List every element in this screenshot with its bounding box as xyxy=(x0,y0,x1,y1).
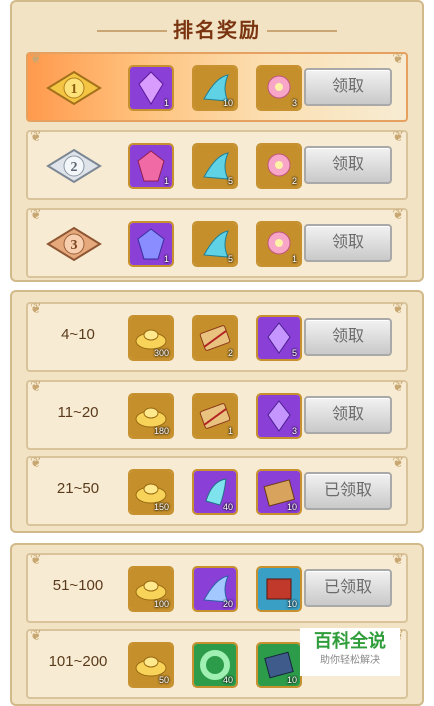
reward-item-tail-fin[interactable]: 10 xyxy=(192,65,238,111)
reward-item-fashion-book[interactable]: 10 xyxy=(256,469,302,515)
reward-item-red-book[interactable]: 10 xyxy=(256,566,302,612)
range-reward-panel-2: 51~100 100 20 10 已领取 101~200 50 40 10 xyxy=(10,543,424,706)
reward-item-gold-ingot[interactable]: 180 xyxy=(128,393,174,439)
rank-3-badge-icon: 3 xyxy=(46,226,102,262)
reward-item-purple-gem[interactable]: 1 xyxy=(128,65,174,111)
range-reward-panel: 4~10 300 2 5 领取 11~20 180 1 3 领取 21~50 1… xyxy=(10,290,424,533)
claimed-button[interactable]: 已领取 xyxy=(304,472,392,510)
watermark-subtitle: 助你轻松解决 xyxy=(320,655,380,666)
reward-item-fashion-scroll[interactable]: 1 xyxy=(192,393,238,439)
reward-item-jade-ring[interactable]: 40 xyxy=(192,642,238,688)
reward-item-tail-fin[interactable]: 5 xyxy=(192,143,238,189)
reward-item-pink-lotus[interactable]: 1 xyxy=(256,221,302,267)
svg-text:2: 2 xyxy=(71,160,78,175)
reward-row-rank-1: 1 1 10 3 领取 xyxy=(26,50,408,122)
claim-button[interactable]: 领取 xyxy=(304,146,392,184)
reward-item-purple-crystal[interactable]: 3 xyxy=(256,393,302,439)
rank-range-label: 11~20 xyxy=(57,404,99,421)
reward-item-fashion-scroll[interactable]: 2 xyxy=(192,315,238,361)
svg-text:1: 1 xyxy=(71,82,78,97)
reward-item-gold-ingot[interactable]: 50 xyxy=(128,642,174,688)
reward-row-21-50: 21~50 150 40 10 已领取 xyxy=(26,454,408,526)
reward-row-4-10: 4~10 300 2 5 领取 xyxy=(26,300,408,372)
rank-range-label: 4~10 xyxy=(61,326,95,343)
reward-row-rank-3: 3 1 5 1 领取 xyxy=(26,206,408,278)
reward-item-tail-fin[interactable]: 5 xyxy=(192,221,238,267)
rank-2-badge-icon: 2 xyxy=(46,148,102,184)
reward-row-11-20: 11~20 180 1 3 领取 xyxy=(26,378,408,450)
watermark-logo: 百科全说 助你轻松解决 xyxy=(300,628,400,676)
rank-range-label: 51~100 xyxy=(52,577,104,594)
svg-text:3: 3 xyxy=(71,238,78,253)
claim-button[interactable]: 领取 xyxy=(304,68,392,106)
reward-item-pink-lotus[interactable]: 3 xyxy=(256,65,302,111)
claimed-button[interactable]: 已领取 xyxy=(304,569,392,607)
reward-item-gold-ingot[interactable]: 150 xyxy=(128,469,174,515)
reward-item-tail-fin[interactable]: 20 xyxy=(192,566,238,612)
reward-item-fashion-book[interactable]: 10 xyxy=(256,642,302,688)
reward-item-pink-lotus[interactable]: 2 xyxy=(256,143,302,189)
reward-item-gold-ingot[interactable]: 100 xyxy=(128,566,174,612)
rank-range-label: 101~200 xyxy=(48,653,108,670)
reward-item-pink-gem[interactable]: 1 xyxy=(128,143,174,189)
reward-item-blue-fin[interactable]: 40 xyxy=(192,469,238,515)
claim-button[interactable]: 领取 xyxy=(304,396,392,434)
rank-range-label: 21~50 xyxy=(56,480,100,497)
reward-row-51-100: 51~100 100 20 10 已领取 xyxy=(26,551,408,623)
claim-button[interactable]: 领取 xyxy=(304,224,392,262)
claim-button[interactable]: 领取 xyxy=(304,318,392,356)
panel-title: 排名奖励 xyxy=(12,14,422,42)
reward-row-rank-2: 2 1 5 2 领取 xyxy=(26,128,408,200)
reward-item-blue-gem[interactable]: 1 xyxy=(128,221,174,267)
watermark-title: 百科全说 xyxy=(314,631,386,651)
rank-1-badge-icon: 1 xyxy=(46,70,102,106)
reward-item-gold-ingot[interactable]: 300 xyxy=(128,315,174,361)
reward-item-purple-crystal[interactable]: 5 xyxy=(256,315,302,361)
ranking-reward-panel: 排名奖励 1 1 10 3 领取 2 1 5 2 领取 3 1 5 1 领取 xyxy=(10,0,424,282)
